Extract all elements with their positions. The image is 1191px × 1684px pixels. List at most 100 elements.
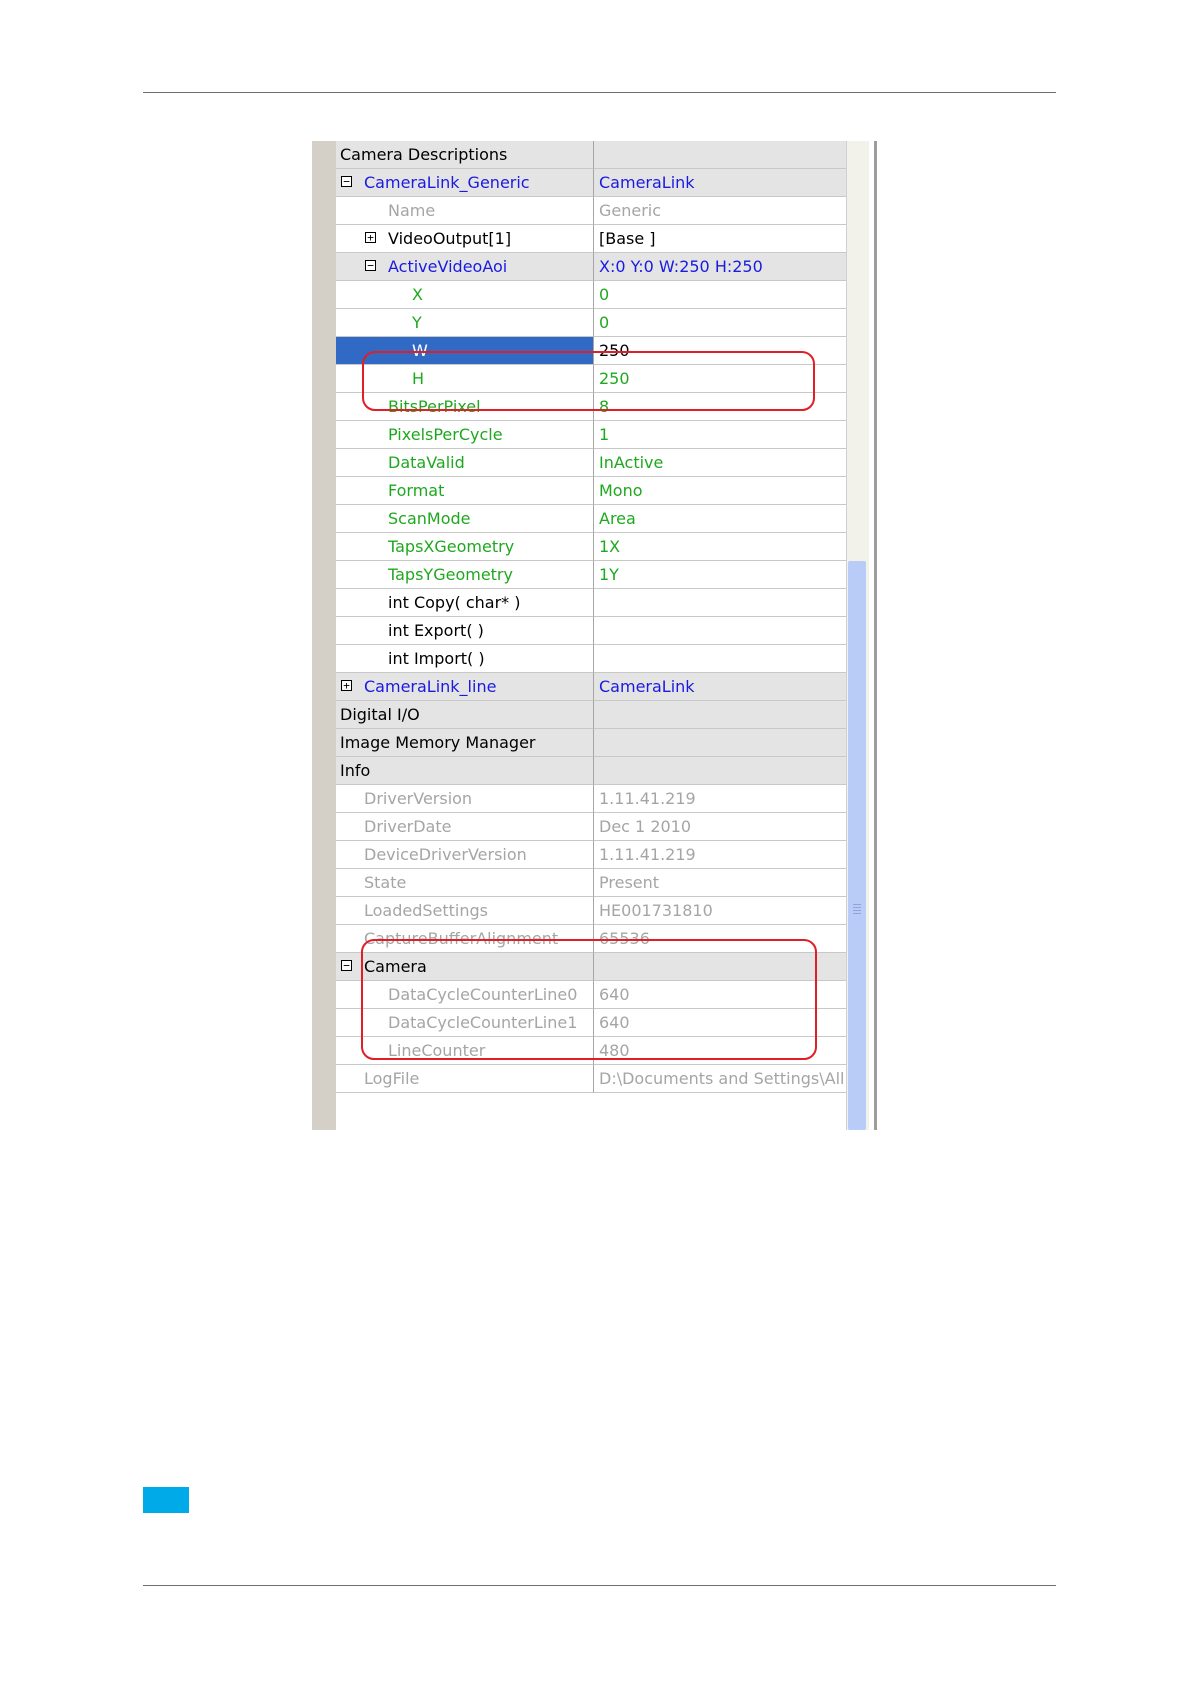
property-value[interactable] <box>594 645 846 673</box>
property-name-cell[interactable]: TapsXGeometry <box>336 533 594 561</box>
property-name-cell[interactable]: TapsYGeometry <box>336 561 594 589</box>
property-value[interactable]: InActive <box>594 449 846 477</box>
property-row[interactable]: DataValid InActive <box>336 449 883 477</box>
property-value[interactable]: Area <box>594 505 846 533</box>
property-value[interactable]: 1Y <box>594 561 846 589</box>
scrollbar-thumb[interactable] <box>848 561 866 1130</box>
property-name-cell[interactable]: X <box>336 281 594 309</box>
property-row[interactable]: −Info <box>336 757 883 785</box>
property-value[interactable] <box>594 589 846 617</box>
property-row[interactable]: PixelsPerCycle 1 <box>336 421 883 449</box>
property-row[interactable]: Name Generic <box>336 197 883 225</box>
property-name-cell[interactable]: PixelsPerCycle <box>336 421 594 449</box>
property-row[interactable]: + CameraLink_line CameraLink <box>336 673 883 701</box>
property-row[interactable]: int Export( ) <box>336 617 883 645</box>
property-value[interactable]: 0 <box>594 309 846 337</box>
property-name: Camera Descriptions <box>340 145 508 164</box>
property-name: State <box>364 873 407 892</box>
property-row[interactable]: ScanMode Area <box>336 505 883 533</box>
property-row[interactable]: DriverVersion 1.11.41.219 <box>336 785 883 813</box>
property-name: Digital I/O <box>340 705 420 724</box>
property-name-cell[interactable]: State <box>336 869 594 897</box>
property-name-cell[interactable]: − CameraLink_Generic <box>336 169 594 197</box>
property-row[interactable]: LogFile D:\Documents and Settings\All U <box>336 1065 883 1093</box>
property-name-cell[interactable]: LoadedSettings <box>336 897 594 925</box>
property-name-cell[interactable]: −Info <box>336 757 594 785</box>
property-name-cell[interactable]: − ActiveVideoAoi <box>336 253 594 281</box>
property-name-cell[interactable]: int Copy( char* ) <box>336 589 594 617</box>
collapse-icon[interactable]: − <box>341 176 352 187</box>
property-name-cell[interactable]: Name <box>336 197 594 225</box>
property-name-cell[interactable]: DeviceDriverVersion <box>336 841 594 869</box>
property-row[interactable]: TapsYGeometry 1Y <box>336 561 883 589</box>
property-name-cell[interactable]: DriverDate <box>336 813 594 841</box>
property-row[interactable]: int Import( ) <box>336 645 883 673</box>
property-value[interactable]: 1 <box>594 421 846 449</box>
expand-icon[interactable]: + <box>365 232 376 243</box>
property-value[interactable]: 0 <box>594 281 846 309</box>
property-row[interactable]: + VideoOutput[1] [Base ] <box>336 225 883 253</box>
property-row[interactable]: DriverDate Dec 1 2010 <box>336 813 883 841</box>
property-name: int Copy( char* ) <box>388 593 521 612</box>
collapse-icon[interactable]: − <box>341 960 352 971</box>
property-value[interactable] <box>594 729 846 757</box>
property-row[interactable]: DeviceDriverVersion 1.11.41.219 <box>336 841 883 869</box>
property-value[interactable]: CameraLink <box>594 673 846 701</box>
property-name: DataValid <box>388 453 465 472</box>
property-row[interactable]: State Present <box>336 869 883 897</box>
collapse-icon[interactable]: − <box>365 260 376 271</box>
property-value[interactable]: Mono <box>594 477 846 505</box>
property-row[interactable]: TapsXGeometry 1X <box>336 533 883 561</box>
property-name-cell[interactable]: LogFile <box>336 1065 594 1093</box>
property-row[interactable]: − CameraLink_Generic CameraLink <box>336 169 883 197</box>
property-name-cell[interactable]: +Digital I/O <box>336 701 594 729</box>
property-value[interactable]: Present <box>594 869 846 897</box>
property-value[interactable]: HE001731810 <box>594 897 846 925</box>
property-value[interactable] <box>594 617 846 645</box>
property-name-cell[interactable]: + CameraLink_line <box>336 673 594 701</box>
property-name: PixelsPerCycle <box>388 425 503 444</box>
property-name-cell[interactable]: −Camera Descriptions <box>336 141 594 169</box>
property-row[interactable]: Format Mono <box>336 477 883 505</box>
property-name-cell[interactable]: Format <box>336 477 594 505</box>
property-row[interactable]: X0 <box>336 281 883 309</box>
property-value[interactable]: [Base ] <box>594 225 846 253</box>
property-name: TapsYGeometry <box>388 565 513 584</box>
property-name: ActiveVideoAoi <box>388 257 508 276</box>
property-name: Info <box>340 761 371 780</box>
property-value[interactable]: CameraLink <box>594 169 846 197</box>
property-row[interactable]: int Copy( char* ) <box>336 589 883 617</box>
property-value[interactable]: Dec 1 2010 <box>594 813 846 841</box>
property-name: Format <box>388 481 445 500</box>
property-value[interactable] <box>594 757 846 785</box>
property-name-cell[interactable]: +Image Memory Manager <box>336 729 594 757</box>
property-value[interactable] <box>594 141 846 169</box>
property-value[interactable]: 1.11.41.219 <box>594 785 846 813</box>
property-name-cell[interactable]: int Export( ) <box>336 617 594 645</box>
property-value[interactable]: 1.11.41.219 <box>594 841 846 869</box>
property-value[interactable]: D:\Documents and Settings\All U <box>594 1065 846 1093</box>
property-name: VideoOutput[1] <box>388 229 512 248</box>
property-row[interactable]: Y0 <box>336 309 883 337</box>
property-name: X <box>412 285 423 304</box>
property-row[interactable]: +Digital I/O <box>336 701 883 729</box>
grid-gutter <box>312 141 336 1130</box>
property-name: TapsXGeometry <box>388 537 515 556</box>
property-row[interactable]: − ActiveVideoAoi X:0 Y:0 W:250 H:250 <box>336 253 883 281</box>
property-value[interactable]: Generic <box>594 197 846 225</box>
property-name-cell[interactable]: ScanMode <box>336 505 594 533</box>
property-value[interactable]: X:0 Y:0 W:250 H:250 <box>594 253 846 281</box>
property-row[interactable]: +Image Memory Manager <box>336 729 883 757</box>
property-name-cell[interactable]: DataValid <box>336 449 594 477</box>
highlight-box-camera <box>361 939 817 1060</box>
expand-icon[interactable]: + <box>341 680 352 691</box>
property-row[interactable]: LoadedSettings HE001731810 <box>336 897 883 925</box>
property-value[interactable] <box>594 701 846 729</box>
property-value[interactable]: 1X <box>594 533 846 561</box>
property-name-cell[interactable]: + VideoOutput[1] <box>336 225 594 253</box>
property-name-cell[interactable]: Y <box>336 309 594 337</box>
property-name-cell[interactable]: int Import( ) <box>336 645 594 673</box>
property-name-cell[interactable]: DriverVersion <box>336 785 594 813</box>
property-row[interactable]: −Camera Descriptions <box>336 141 883 169</box>
property-grid[interactable]: −Camera Descriptions−CameraLink_GenericC… <box>312 141 883 1130</box>
